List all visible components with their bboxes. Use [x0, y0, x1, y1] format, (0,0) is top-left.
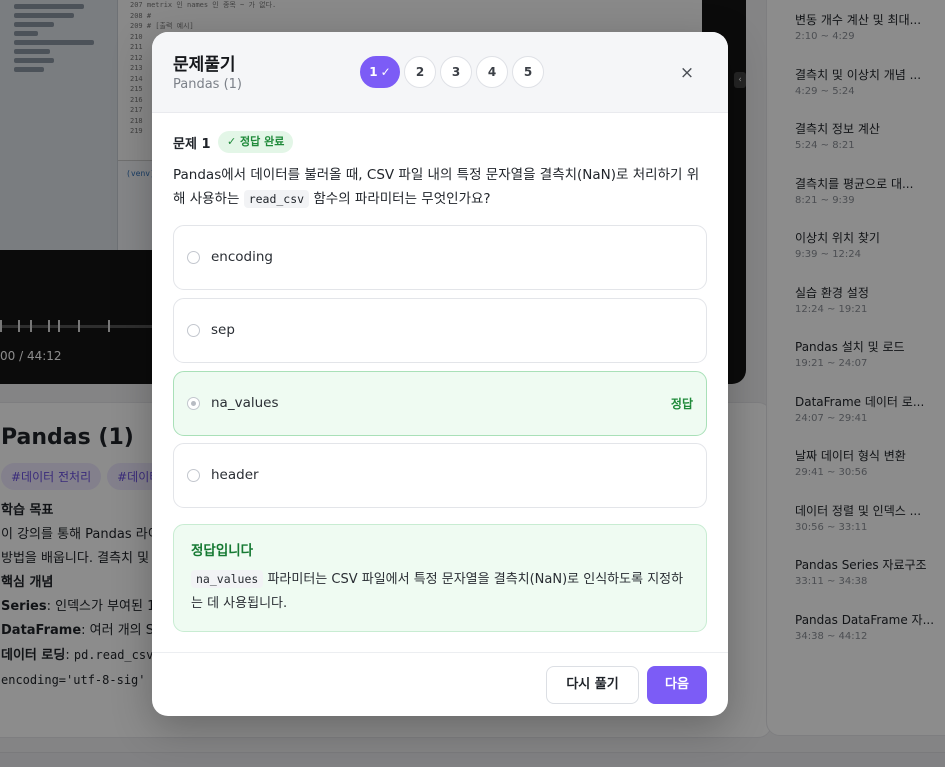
step-label: 2 [415, 65, 425, 79]
step-label: 3 [451, 65, 461, 79]
step-1-button[interactable]: 1 ✓ [360, 56, 400, 88]
option-encoding[interactable]: encoding [173, 225, 707, 290]
radio-icon[interactable] [187, 324, 200, 337]
quiz-modal: 문제풀기 Pandas (1) 1 ✓ 2 3 4 5 × 문제 1 ✓ 정답 완료 Pa… [152, 32, 728, 716]
question-code: read_csv [243, 190, 310, 208]
step-5-button[interactable]: 5 [512, 56, 544, 88]
correct-label: 정답 [670, 397, 693, 411]
modal-title: 문제풀기 [173, 55, 236, 75]
explanation-heading: 정답입니다 [191, 543, 254, 559]
question-text: Pandas에서 데이터를 불러올 때, CSV 파일 내의 특정 문자열을 결… [173, 163, 709, 211]
radio-icon[interactable] [187, 251, 200, 264]
check-icon: ✓ [380, 65, 391, 79]
question-stepper: 1 ✓ 2 3 4 5 [360, 56, 544, 88]
option-label: header [211, 467, 259, 483]
step-2-button[interactable]: 2 [404, 56, 436, 88]
status-badge: ✓ 정답 완료 [218, 131, 294, 153]
explanation-box: 정답입니다 na_values 파라미터는 CSV 파일에서 특정 문자열을 결… [173, 524, 707, 632]
question-text-part: 함수의 파라미터는 무엇인가요? [309, 191, 491, 207]
retry-button[interactable]: 다시 풀기 [546, 666, 639, 704]
explanation-body: na_values 파라미터는 CSV 파일에서 특정 문자열을 결측치(NaN… [191, 567, 691, 616]
next-button[interactable]: 다음 [647, 666, 707, 704]
radio-icon[interactable] [187, 469, 200, 482]
explanation-code: na_values [191, 570, 264, 588]
modal-subtitle: Pandas (1) [173, 77, 242, 92]
modal-header: 문제풀기 Pandas (1) 1 ✓ 2 3 4 5 × [152, 32, 728, 113]
step-label: 1 [369, 65, 378, 79]
option-sep[interactable]: sep [173, 298, 707, 363]
option-label: encoding [211, 249, 273, 265]
step-4-button[interactable]: 4 [476, 56, 508, 88]
radio-selected-icon[interactable] [187, 397, 200, 410]
option-label: sep [211, 322, 235, 338]
step-3-button[interactable]: 3 [440, 56, 472, 88]
question-number: 문제 1 [173, 137, 211, 152]
close-icon[interactable]: × [676, 62, 698, 84]
option-label: na_values [211, 395, 279, 411]
explanation-text: 파라미터는 CSV 파일에서 특정 문자열을 결측치(NaN)로 인식하도록 지… [191, 572, 684, 611]
step-label: 5 [523, 65, 533, 79]
step-label: 4 [487, 65, 497, 79]
modal-footer: 다시 풀기 다음 [152, 652, 728, 716]
option-header[interactable]: header [173, 443, 707, 508]
option-na-values[interactable]: na_values 정답 [173, 371, 707, 436]
